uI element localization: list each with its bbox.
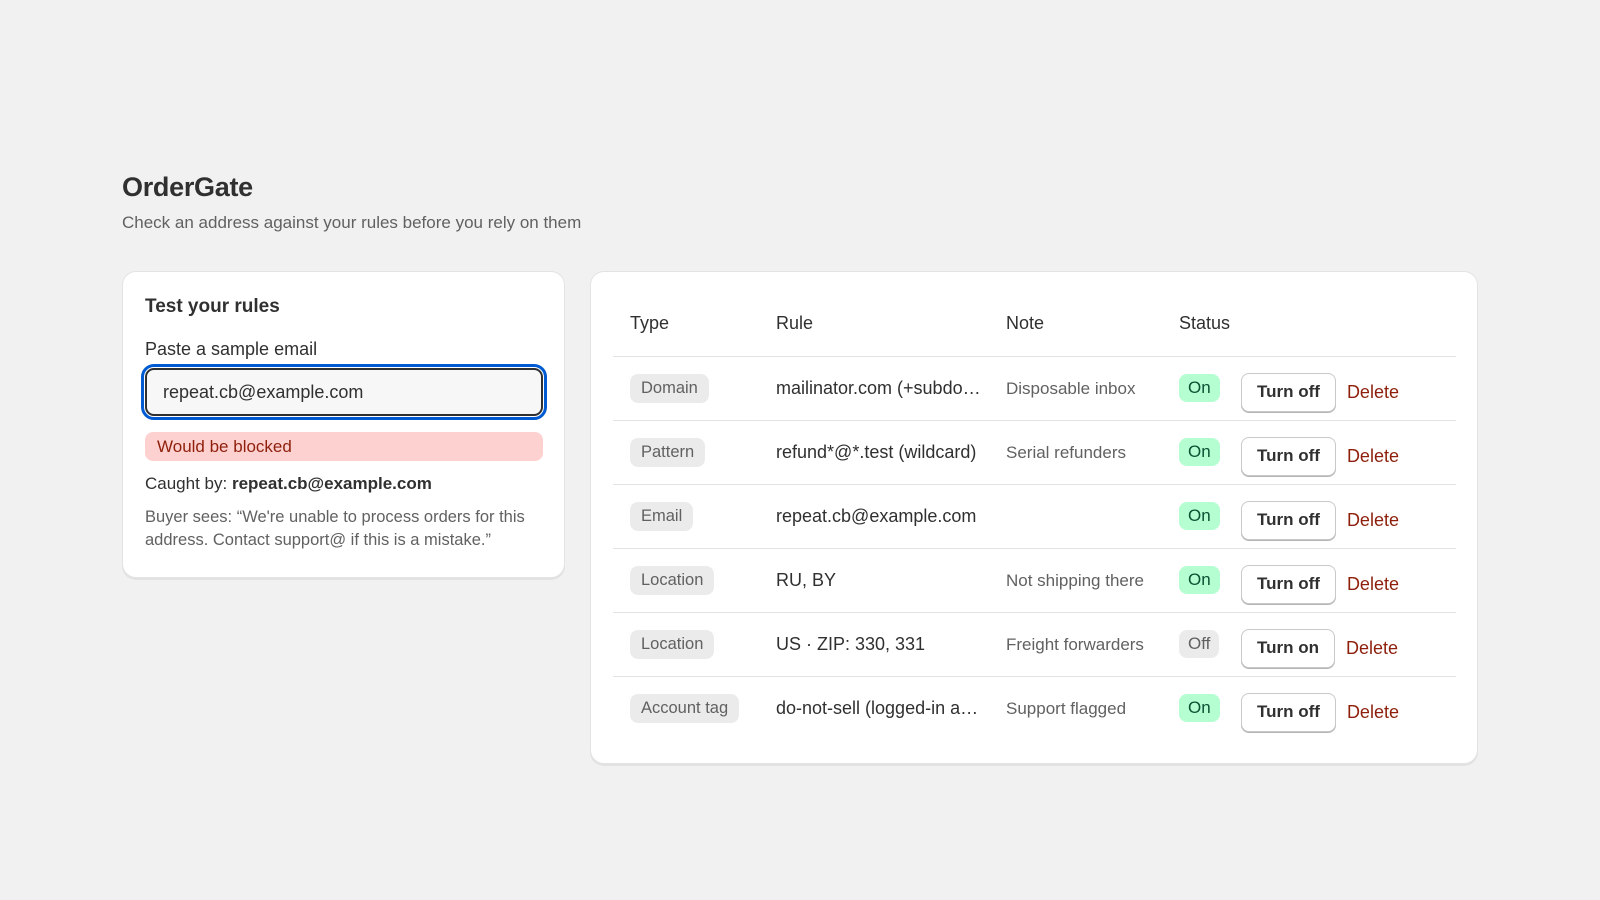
rule-text: RU, BY [776, 569, 837, 590]
table-row: Domain mailinator.com (+subdomains) Disp… [613, 355, 1456, 420]
caught-by-line: Caught by: repeat.cb@example.com [145, 474, 542, 494]
rules-card: Type Rule Note Status Domain mailinator.… [590, 271, 1478, 764]
type-tag: Location [630, 629, 715, 659]
toggle-rule-button[interactable]: Turn off [1241, 500, 1336, 540]
sample-email-label: Paste a sample email [145, 339, 318, 359]
note-text: Freight forwarders [1006, 634, 1144, 654]
rules-header-row: Type Rule Note Status [613, 292, 1456, 356]
rule-text: refund*@*.test (wildcard) [776, 441, 977, 462]
app-title: OrderGate [122, 172, 253, 202]
app-subtitle: Check an address against your rules befo… [122, 213, 582, 232]
table-row: Pattern refund*@*.test (wildcard) Serial… [613, 419, 1456, 484]
buyer-message: Buyer sees: “We're unable to process ord… [145, 508, 525, 549]
type-tag: Domain [630, 373, 709, 403]
status-badge: On [1179, 566, 1220, 594]
delete-rule-button[interactable]: Delete [1347, 510, 1399, 531]
status-badge: Off [1179, 630, 1220, 658]
status-badge: On [1179, 502, 1220, 530]
column-header-type: Type [630, 313, 670, 334]
note-text: Serial refunders [1006, 442, 1127, 462]
test-rules-heading: Test your rules [145, 296, 280, 317]
delete-rule-button[interactable]: Delete [1347, 446, 1399, 467]
column-header-actions [1241, 292, 1456, 356]
column-header-rule: Rule [776, 313, 814, 334]
rule-text: mailinator.com (+subdomains) [776, 377, 986, 398]
rule-text: repeat.cb@example.com [776, 505, 977, 526]
column-header-note: Note [1006, 313, 1045, 334]
delete-rule-button[interactable]: Delete [1347, 382, 1399, 403]
table-row: Location US · ZIP: 330, 331 Freight forw… [613, 611, 1456, 676]
page: OrderGate Check an address against your … [122, 172, 1478, 764]
note-text: Not shipping there [1006, 570, 1144, 590]
delete-rule-button[interactable]: Delete [1347, 702, 1399, 723]
blocked-result-badge: Would be blocked [145, 432, 543, 461]
status-badge: On [1179, 374, 1220, 402]
rule-text: US · ZIP: 330, 331 [776, 633, 926, 654]
table-row: Email repeat.cb@example.com On Turn off D… [613, 483, 1456, 548]
toggle-rule-button[interactable]: Turn off [1241, 436, 1336, 476]
type-tag: Location [630, 565, 715, 595]
rule-text: do-not-sell (logged-in accounts) [776, 697, 986, 718]
toggle-rule-button[interactable]: Turn off [1241, 692, 1336, 732]
type-tag: Pattern [630, 437, 706, 467]
caught-by-label: Caught by: [145, 474, 232, 493]
note-text: Disposable inbox [1006, 378, 1136, 398]
toggle-rule-button[interactable]: Turn on [1241, 628, 1335, 668]
table-row: Account tag do-not-sell (logged-in accou… [613, 675, 1456, 740]
column-header-status: Status [1179, 313, 1231, 334]
rules-table: Type Rule Note Status Domain mailinator.… [613, 292, 1456, 740]
caught-by-value: repeat.cb@example.com [231, 474, 432, 493]
status-badge: On [1179, 438, 1220, 466]
delete-rule-button[interactable]: Delete [1346, 638, 1398, 659]
toggle-rule-button[interactable]: Turn off [1241, 564, 1336, 604]
table-row: Location RU, BY Not shipping there On Tu… [613, 547, 1456, 612]
test-rules-card: Test your rules Paste a sample email Wou… [122, 271, 565, 578]
sample-email-input[interactable] [141, 364, 547, 420]
type-tag: Email [630, 501, 694, 531]
status-badge: On [1179, 694, 1220, 723]
note-text: Support flagged [1006, 698, 1127, 718]
delete-rule-button[interactable]: Delete [1347, 574, 1399, 595]
type-tag: Account tag [630, 693, 740, 723]
toggle-rule-button[interactable]: Turn off [1241, 372, 1336, 412]
